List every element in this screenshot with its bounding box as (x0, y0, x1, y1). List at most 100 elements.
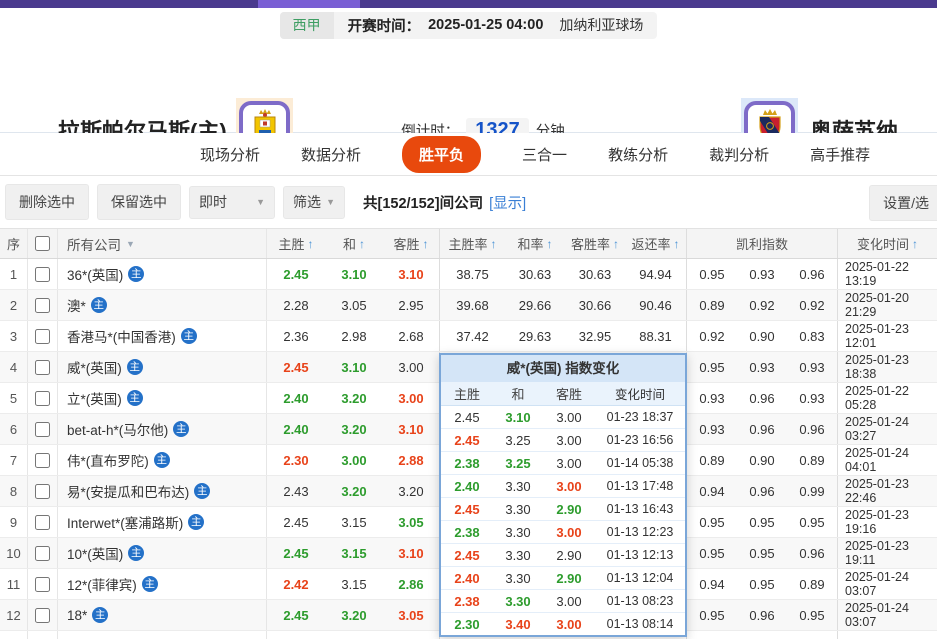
popup-header-time: 变化时间 (595, 384, 685, 403)
odds-mode-select[interactable]: 即时 ▼ (189, 186, 275, 219)
draw-odds[interactable]: 3.15 (325, 538, 383, 568)
company-cell[interactable]: 澳* 主 (58, 290, 267, 320)
company-cell[interactable]: 易*(安提瓜和巴布达) 主 (58, 476, 267, 506)
row-checkbox[interactable] (35, 484, 50, 499)
tab-live-analysis[interactable]: 现场分析 (200, 144, 260, 165)
row-checkbox[interactable] (35, 515, 50, 530)
row-select (28, 259, 58, 289)
home-win-odds[interactable]: 2.45 (267, 507, 325, 537)
header-away-win[interactable]: 客胜 ↑ (383, 229, 440, 258)
away-win-odds[interactable]: 2.88 (383, 445, 440, 475)
draw-odds[interactable]: 2.98 (325, 321, 383, 351)
home-win-odds[interactable]: 2.30 (267, 445, 325, 475)
sort-asc-icon: ↑ (359, 237, 365, 251)
home-win-odds[interactable]: 2.45 (267, 600, 325, 630)
company-cell[interactable]: 伟*(直布罗陀) 主 (58, 445, 267, 475)
home-win-odds[interactable]: 2.43 (267, 476, 325, 506)
away-win-odds[interactable]: 3.10 (383, 538, 440, 568)
popup-row: 2.45 3.10 3.00 01-23 18:37 (441, 406, 685, 429)
company-cell[interactable]: Interwet*(塞浦路斯) 主 (58, 507, 267, 537)
draw-odds[interactable]: 3.00 (325, 445, 383, 475)
draw-odds[interactable]: 3.15 (325, 569, 383, 599)
company-cell[interactable]: 10*(英国) 主 (58, 538, 267, 568)
away-win-odds[interactable]: 3.05 (383, 600, 440, 630)
tab-expert-recommend[interactable]: 高手推荐 (810, 144, 870, 165)
table-row: 2 澳* 主 2.28 3.05 2.95 39.68 29.66 30.66 … (0, 290, 937, 321)
popup-header-away: 客胜 (543, 384, 595, 403)
away-win-odds[interactable]: 2.68 (383, 321, 440, 351)
row-checkbox[interactable] (35, 422, 50, 437)
filter-select[interactable]: 筛选 ▼ (283, 186, 345, 219)
away-win-odds[interactable]: 2.86 (383, 569, 440, 599)
tab-three-in-one[interactable]: 三合一 (522, 144, 567, 165)
draw-odds[interactable]: 3.10 (325, 259, 383, 289)
away-win-odds[interactable]: 3.10 (383, 414, 440, 444)
kelly-draw: 0.90 (737, 445, 787, 475)
tab-win-draw-lose[interactable]: 胜平负 (402, 136, 481, 173)
draw-odds[interactable]: 3.20 (325, 383, 383, 413)
tab-coach-analysis[interactable]: 教练分析 (608, 144, 668, 165)
away-win-odds[interactable]: 3.10 (383, 259, 440, 289)
popup-change-time: 01-13 12:23 (595, 525, 685, 539)
keep-selected-button[interactable]: 保留选中 (97, 184, 181, 220)
row-checkbox[interactable] (35, 453, 50, 468)
kelly-home: 0.93 (687, 383, 737, 413)
settings-button[interactable]: 设置/选 (869, 185, 937, 221)
popup-home-odds: 2.38 (441, 594, 493, 609)
home-win-odds[interactable]: 2.40 (267, 383, 325, 413)
row-checkbox[interactable] (35, 608, 50, 623)
league-badge: 西甲 (280, 12, 334, 39)
home-win-odds[interactable]: 2.28 (267, 290, 325, 320)
row-checkbox[interactable] (35, 360, 50, 375)
company-cell[interactable]: 立*(英国) 主 (58, 383, 267, 413)
company-cell[interactable]: 18* 主 (58, 600, 267, 630)
sort-asc-icon: ↑ (423, 237, 429, 251)
home-win-odds[interactable]: 2.40 (267, 414, 325, 444)
away-win-odds[interactable]: 3.20 (383, 476, 440, 506)
company-cell[interactable]: 威*(英国) 主 (58, 352, 267, 382)
away-win-odds[interactable]: 3.00 (383, 352, 440, 382)
header-change-time[interactable]: 变化时间 ↑ (838, 229, 937, 258)
home-win-odds[interactable]: 2.42 (267, 569, 325, 599)
row-checkbox[interactable] (35, 329, 50, 344)
header-draw-rate[interactable]: 和率 ↑ (505, 229, 565, 258)
home-win-odds[interactable]: 2.45 (267, 352, 325, 382)
draw-odds[interactable]: 3.05 (325, 290, 383, 320)
select-all-checkbox[interactable] (35, 236, 50, 251)
header-draw[interactable]: 和 ↑ (325, 229, 383, 258)
row-checkbox[interactable] (35, 298, 50, 313)
tab-referee-analysis[interactable]: 裁判分析 (709, 144, 769, 165)
draw-odds[interactable]: 3.10 (325, 352, 383, 382)
away-win-odds[interactable]: 3.00 (383, 383, 440, 413)
draw-odds[interactable]: 3.20 (325, 414, 383, 444)
company-cell[interactable]: 香港马*(中国香港) 主 (58, 321, 267, 351)
row-checkbox[interactable] (35, 577, 50, 592)
change-time: 2025-01-24 03:27 (838, 414, 937, 444)
row-checkbox[interactable] (35, 267, 50, 282)
header-home-win[interactable]: 主胜 ↑ (267, 229, 325, 258)
company-cell[interactable]: 36*(英国) 主 (58, 259, 267, 289)
delete-selected-button[interactable]: 删除选中 (5, 184, 89, 220)
header-return-rate[interactable]: 返还率 ↑ (625, 229, 687, 258)
draw-odds[interactable]: 3.15 (325, 507, 383, 537)
popup-home-odds: 2.38 (441, 456, 493, 471)
company-cell[interactable]: 12*(菲律宾) 主 (58, 569, 267, 599)
company-cell[interactable]: bet-at-h*(马尔他) 主 (58, 414, 267, 444)
change-time: 2025-01-24 03:07 (838, 569, 937, 599)
home-win-odds[interactable]: 2.36 (267, 321, 325, 351)
draw-odds[interactable]: 3.20 (325, 476, 383, 506)
header-company[interactable]: 所有公司 ▼ (58, 229, 267, 258)
home-win-odds[interactable]: 2.45 (267, 538, 325, 568)
tab-data-analysis[interactable]: 数据分析 (301, 144, 361, 165)
header-away-rate[interactable]: 客胜率 ↑ (565, 229, 625, 258)
row-checkbox[interactable] (35, 391, 50, 406)
kelly-home: 0.89 (687, 445, 737, 475)
row-checkbox[interactable] (35, 546, 50, 561)
away-win-odds[interactable]: 2.95 (383, 290, 440, 320)
away-win-odds[interactable]: 3.05 (383, 507, 440, 537)
popup-away-odds: 3.00 (543, 433, 595, 448)
header-home-rate[interactable]: 主胜率 ↑ (440, 229, 505, 258)
home-win-odds[interactable]: 2.45 (267, 259, 325, 289)
show-link[interactable]: [显示] (489, 192, 526, 213)
draw-odds[interactable]: 3.20 (325, 600, 383, 630)
